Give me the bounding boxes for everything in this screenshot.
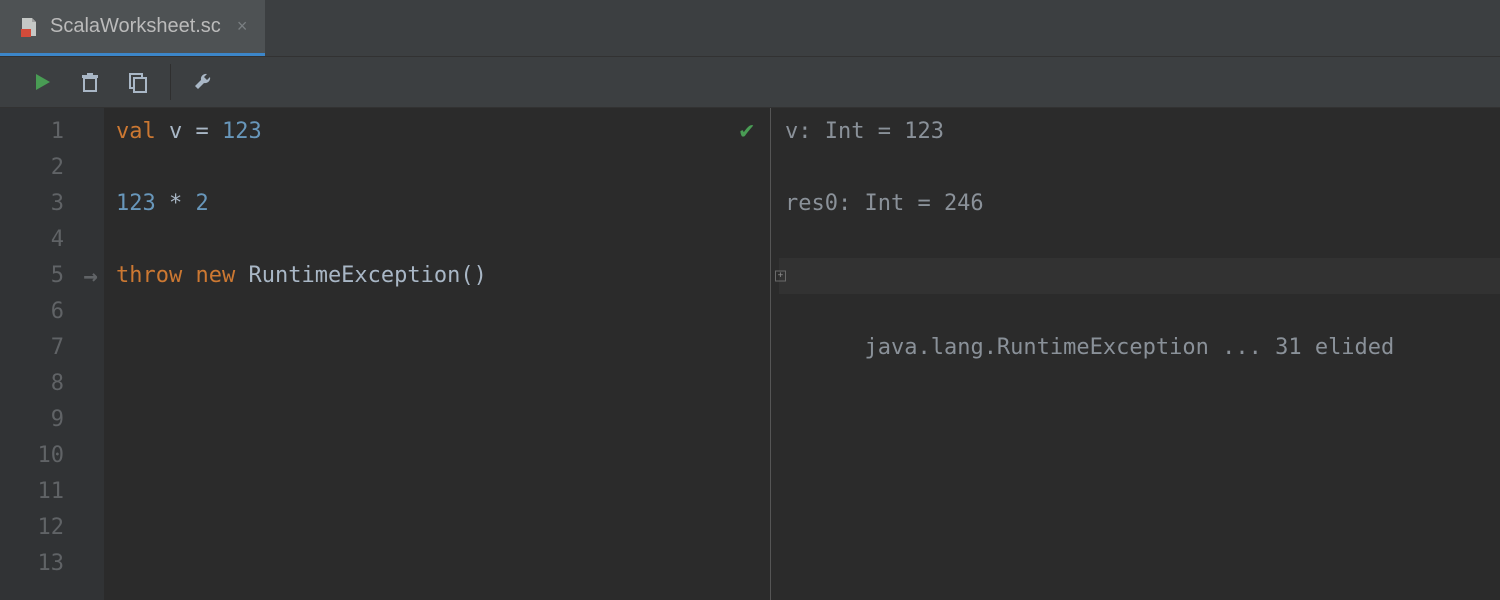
code-line <box>116 474 770 510</box>
clear-button[interactable] <box>66 56 114 108</box>
close-tab-icon[interactable]: × <box>237 16 248 37</box>
output-pane[interactable]: v: Int = 123 res0: Int = 246 + java.lang… <box>770 108 1500 600</box>
line-number: 9 <box>0 402 104 438</box>
line-number: 4 <box>0 222 104 258</box>
code-line <box>116 510 770 546</box>
code-line: 123 * 2 <box>116 186 770 222</box>
settings-button[interactable] <box>179 56 227 108</box>
expand-fold-icon[interactable]: + <box>775 271 786 282</box>
code-line <box>116 402 770 438</box>
code-line <box>116 294 770 330</box>
code-line <box>116 366 770 402</box>
line-number: 11 <box>0 474 104 510</box>
code-area[interactable]: ✔ val v = 123 123 * 2 throw new RuntimeE… <box>104 108 770 600</box>
output-line <box>779 150 1500 186</box>
line-number: 12 <box>0 510 104 546</box>
tab-filename: ScalaWorksheet.sc <box>50 15 221 38</box>
editor-pane[interactable]: 1 2 3 4 5→ 6 7 8 9 10 11 12 13 ✔ val v =… <box>0 108 770 600</box>
scala-file-icon <box>18 16 40 38</box>
run-button[interactable] <box>18 56 66 108</box>
code-line <box>116 330 770 366</box>
output-line: v: Int = 123 <box>779 114 1500 150</box>
code-line: throw new RuntimeException() <box>116 258 770 294</box>
code-line <box>116 438 770 474</box>
line-number: 7 <box>0 330 104 366</box>
worksheet-toolbar <box>0 56 1500 108</box>
copy-button[interactable] <box>114 56 162 108</box>
code-line <box>116 546 770 582</box>
output-line-error: + java.lang.RuntimeException ... 31 elid… <box>779 258 1500 294</box>
error-text: java.lang.RuntimeException ... 31 elided <box>864 335 1394 360</box>
tab-scala-worksheet[interactable]: ScalaWorksheet.sc × <box>0 0 265 56</box>
copy-icon <box>127 71 149 93</box>
line-number: 2 <box>0 150 104 186</box>
line-number: 10 <box>0 438 104 474</box>
exec-marker-icon: → <box>84 258 98 294</box>
line-number: 8 <box>0 366 104 402</box>
run-icon <box>32 72 52 92</box>
toolbar-divider <box>170 64 171 100</box>
code-line <box>116 150 770 186</box>
status-ok-icon: ✔ <box>740 116 754 144</box>
code-line <box>116 222 770 258</box>
line-gutter: 1 2 3 4 5→ 6 7 8 9 10 11 12 13 <box>0 108 104 600</box>
output-line: res0: Int = 246 <box>779 186 1500 222</box>
wrench-icon <box>192 71 214 93</box>
main-split: 1 2 3 4 5→ 6 7 8 9 10 11 12 13 ✔ val v =… <box>0 108 1500 600</box>
line-number: 6 <box>0 294 104 330</box>
line-number: 1 <box>0 114 104 150</box>
line-number: 3 <box>0 186 104 222</box>
line-number: 5→ <box>0 258 104 294</box>
code-line: val v = 123 <box>116 114 770 150</box>
tab-bar: ScalaWorksheet.sc × <box>0 0 1500 56</box>
trash-icon <box>79 71 101 93</box>
line-number: 13 <box>0 546 104 582</box>
output-line <box>779 222 1500 258</box>
